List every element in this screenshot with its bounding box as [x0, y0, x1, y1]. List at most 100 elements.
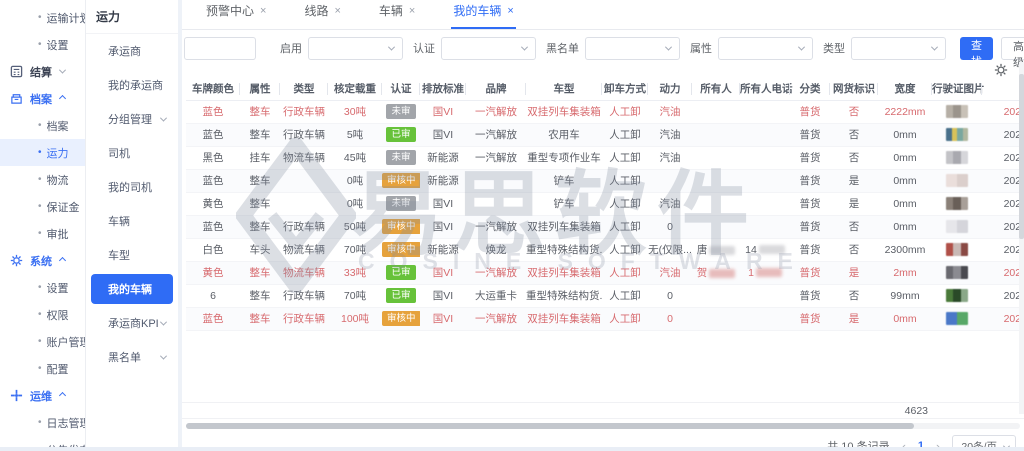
vscroll-thumb[interactable]	[1019, 74, 1024, 239]
license-photo-thumbnail[interactable]	[946, 220, 968, 233]
filter-select-认证[interactable]	[441, 37, 536, 60]
vertical-scrollbar[interactable]	[1019, 62, 1024, 414]
gear-icon[interactable]	[994, 63, 1008, 77]
column-header-品牌[interactable]: 品牌	[466, 78, 526, 100]
submenu-item-我的车辆[interactable]: 我的车辆	[91, 274, 173, 304]
license-photo-thumbnail[interactable]	[946, 105, 968, 118]
cell-date: 2023-	[982, 192, 1024, 215]
cell-phone	[740, 100, 790, 123]
sidebar-item-运输计划[interactable]: 运输计划	[0, 4, 85, 31]
column-header-类型[interactable]: 类型	[280, 78, 328, 100]
column-header-核定载重[interactable]: 核定载重	[328, 78, 382, 100]
close-icon[interactable]: ×	[260, 5, 266, 17]
sidebar-item-档案[interactable]: 档案	[0, 112, 85, 139]
column-header-hidden[interactable]	[982, 78, 1024, 100]
column-header-所有人[interactable]: 所有人	[692, 78, 740, 100]
license-photo-thumbnail[interactable]	[946, 312, 968, 325]
sidebar-group-系统[interactable]: 系统	[0, 247, 85, 274]
chevron-up-icon	[59, 95, 66, 102]
license-photo-thumbnail[interactable]	[946, 151, 968, 164]
table-row[interactable]: 蓝色整车行政车辆5吨已审国VI一汽解放农用车人工卸汽油普货否0mm2023-	[186, 123, 1024, 146]
sidebar-item-账户管理[interactable]: 账户管理	[0, 328, 85, 355]
filter-select-类型[interactable]	[851, 37, 946, 60]
table-row[interactable]: 蓝色整车0吨审核中新能源铲车人工卸普货是0mm2023-	[186, 169, 1024, 192]
column-header-动力[interactable]: 动力	[648, 78, 692, 100]
tab-预警中心[interactable]: 预警中心×	[204, 0, 268, 29]
table-row[interactable]: 黄色整车0吨未审国VI铲车人工卸汽油普货是0mm2023-	[186, 192, 1024, 215]
submenu-item-车辆[interactable]: 车辆	[86, 204, 178, 238]
table-row[interactable]: 6整车行政车辆70吨已审国VI大运重卡重型特殊结构货...人工卸0普货否99mm…	[186, 284, 1024, 307]
sidebar-item-保证金[interactable]: 保证金	[0, 193, 85, 220]
close-icon[interactable]: ×	[507, 5, 513, 17]
cell-category: 普货	[790, 169, 830, 192]
column-header-宽度[interactable]: 宽度	[878, 78, 932, 100]
column-header-所有人电话[interactable]: 所有人电话	[740, 78, 790, 100]
license-photo-thumbnail[interactable]	[946, 266, 968, 279]
cell-power: 汽油	[648, 123, 692, 146]
table-row[interactable]: 黄色整车物流车辆33吨已审国VI一汽解放双挂列车集装箱人工卸汽油贺1普货是2mm…	[186, 261, 1024, 284]
close-icon[interactable]: ×	[409, 5, 415, 17]
table-row[interactable]: 黑色挂车物流车辆45吨未审新能源一汽解放重型专项作业车人工卸汽油普货否0mm20…	[186, 146, 1024, 169]
column-header-卸车方式[interactable]: 卸车方式	[602, 78, 648, 100]
sidebar-item-物流[interactable]: 物流	[0, 166, 85, 193]
submenu-item-我的司机[interactable]: 我的司机	[86, 170, 178, 204]
advanced-button[interactable]: 高级	[1001, 37, 1024, 60]
sidebar-group-结算[interactable]: 结算	[0, 58, 85, 85]
cell-unload: 人工卸	[602, 146, 648, 169]
sidebar-item-配置[interactable]: 配置	[0, 355, 85, 382]
license-photo-thumbnail[interactable]	[946, 174, 968, 187]
column-header-网货标识[interactable]: 网货标识	[830, 78, 878, 100]
submenu-item-司机[interactable]: 司机	[86, 136, 178, 170]
cell-attribute: 整车	[240, 192, 280, 215]
table-row[interactable]: 蓝色整车行政车辆50吨审核中国VI一汽解放双挂列车集装箱人工卸0普货否0mm20…	[186, 215, 1024, 238]
submenu-item-承运商[interactable]: 承运商	[86, 34, 178, 68]
tab-车辆[interactable]: 车辆×	[377, 0, 417, 29]
sidebar-item-日志管理[interactable]: 日志管理	[0, 409, 85, 436]
submenu-item-我的承运商[interactable]: 我的承运商	[86, 68, 178, 102]
column-header-车牌颜色[interactable]: 车牌颜色	[186, 78, 240, 100]
submenu-item-承运商KPI[interactable]: 承运商KPI	[86, 306, 178, 340]
license-photo-thumbnail[interactable]	[946, 289, 968, 302]
sidebar-item-设置[interactable]: 设置	[0, 274, 85, 301]
table-row[interactable]: 白色车头物流车辆70吨审核中新能源焕龙重型特殊结构货...人工卸无(仅限...唐…	[186, 238, 1024, 261]
license-photo-thumbnail[interactable]	[946, 128, 968, 141]
submenu-item-黑名单[interactable]: 黑名单	[86, 340, 178, 374]
horizontal-scrollbar[interactable]	[186, 421, 1020, 431]
filter-select-黑名单[interactable]	[585, 37, 680, 60]
chevron-down-icon	[160, 114, 167, 121]
cell-type: 行政车辆	[280, 307, 328, 330]
sidebar-item-权限[interactable]: 权限	[0, 301, 85, 328]
column-header-排放标准[interactable]: 排放标准	[420, 78, 466, 100]
ops-icon	[10, 389, 23, 402]
column-header-分类[interactable]: 分类	[790, 78, 830, 100]
sidebar-item-审批[interactable]: 审批	[0, 220, 85, 247]
table-row[interactable]: 蓝色整车行政车辆100吨审核中国VI一汽解放双挂列车集装箱人工卸0普货是0mm2…	[186, 307, 1024, 330]
submenu-item-分组管理[interactable]: 分组管理	[86, 102, 178, 136]
tab-线路[interactable]: 线路×	[302, 0, 342, 29]
cell-emission: 新能源	[420, 238, 466, 261]
cell-emission: 新能源	[420, 169, 466, 192]
chevron-down-icon	[665, 43, 672, 50]
sidebar-item-运力[interactable]: 运力	[0, 139, 85, 166]
keyword-input[interactable]	[184, 37, 256, 60]
license-photo-thumbnail[interactable]	[946, 197, 968, 210]
license-photo-thumbnail[interactable]	[946, 243, 968, 256]
filter-select-启用[interactable]	[308, 37, 403, 60]
cell-cert: 未审	[382, 100, 420, 123]
sidebar-item-label: 账户管理	[47, 334, 85, 350]
hscroll-thumb[interactable]	[186, 423, 914, 429]
column-header-车型[interactable]: 车型	[526, 78, 602, 100]
tab-我的车辆[interactable]: 我的车辆×	[451, 0, 515, 29]
column-header-属性[interactable]: 属性	[240, 78, 280, 100]
submenu-item-车型[interactable]: 车型	[86, 238, 178, 272]
sidebar-item-label: 设置	[47, 280, 69, 296]
close-icon[interactable]: ×	[334, 5, 340, 17]
column-header-行驶证图片[interactable]: 行驶证图片	[932, 78, 982, 100]
column-header-认证[interactable]: 认证	[382, 78, 420, 100]
sidebar-group-档案[interactable]: 档案	[0, 85, 85, 112]
table-row[interactable]: 蓝色整车行政车辆30吨未审国VI一汽解放双挂列车集装箱人工卸汽油普货否2222m…	[186, 100, 1024, 123]
search-button[interactable]: 查找	[960, 37, 993, 60]
filter-select-属性[interactable]	[718, 37, 813, 60]
sidebar-item-设置[interactable]: 设置	[0, 31, 85, 58]
sidebar-group-运维[interactable]: 运维	[0, 382, 85, 409]
